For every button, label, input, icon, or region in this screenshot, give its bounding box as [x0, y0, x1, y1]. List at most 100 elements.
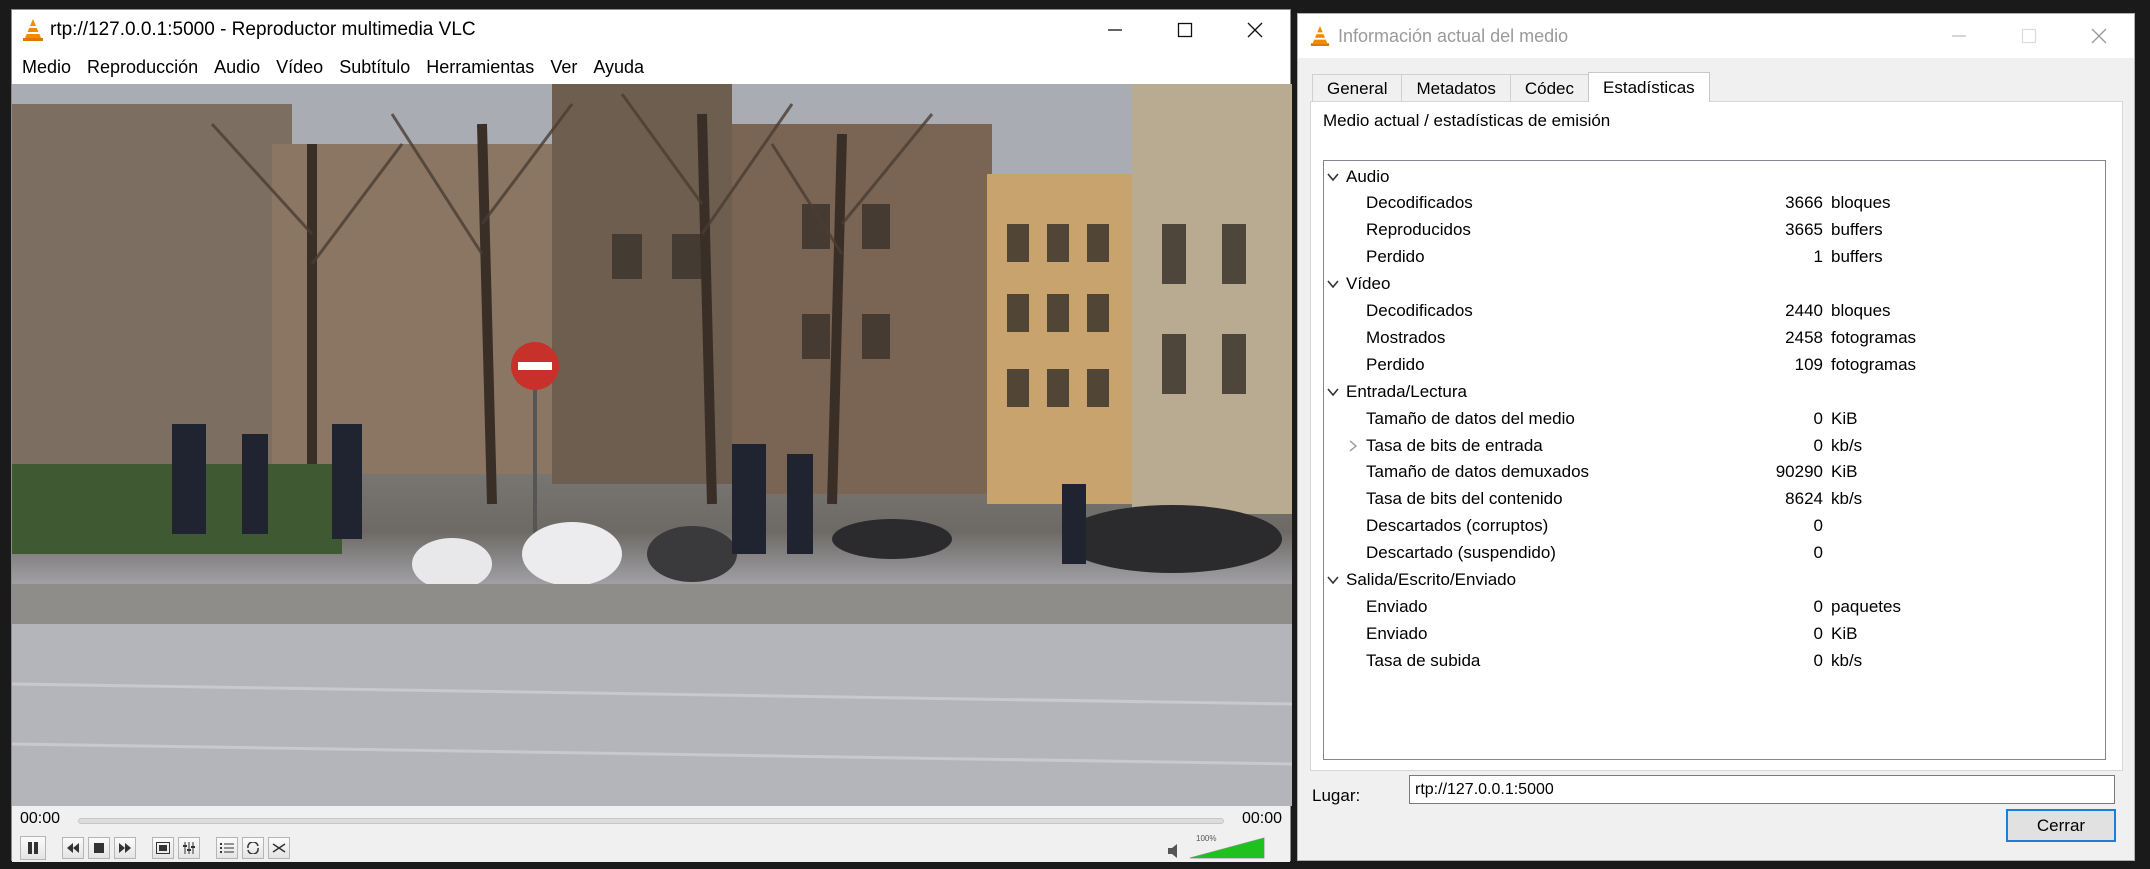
stat-value: 0	[1813, 408, 1823, 428]
tree-group-label: Audio	[1346, 166, 1390, 186]
tab-metadatos[interactable]: Metadatos	[1401, 74, 1511, 102]
tree-row[interactable]: Descartado (suspendido) 0	[1324, 540, 2105, 567]
previous-button[interactable]	[62, 837, 84, 859]
vlc-titlebar[interactable]: rtp://127.0.0.1:5000 - Reproductor multi…	[12, 10, 1290, 50]
menu-video[interactable]: Vídeo	[268, 57, 331, 78]
video-display[interactable]	[12, 84, 1292, 806]
chevron-right-icon[interactable]	[1346, 439, 1360, 453]
tree-group[interactable]: Audio	[1324, 163, 2105, 190]
stat-value: 109	[1794, 354, 1823, 374]
chevron-down-icon[interactable]	[1326, 277, 1340, 291]
menu-ayuda[interactable]: Ayuda	[585, 57, 652, 78]
elapsed-time: 00:00	[20, 810, 61, 827]
stat-label: Tamaño de datos demuxados	[1366, 462, 1590, 482]
chevron-down-icon[interactable]	[1326, 573, 1340, 587]
stat-unit: KiB	[1831, 408, 1858, 428]
menu-reproduccion[interactable]: Reproducción	[79, 57, 206, 78]
tree-group[interactable]: Salida/Escrito/Enviado	[1324, 567, 2105, 594]
close-button[interactable]: Cerrar	[2006, 809, 2116, 842]
close-icon	[1247, 22, 1263, 38]
stat-unit: bloques	[1831, 193, 1891, 213]
tab-codec[interactable]: Códec	[1509, 74, 1590, 102]
tree-row[interactable]: Reproducidos 3665 buffers	[1324, 217, 2105, 244]
stat-unit: paquetes	[1831, 596, 1901, 616]
video-frame	[12, 84, 1292, 806]
stat-label: Tamaño de datos del medio	[1366, 408, 1575, 428]
total-time: 00:00	[1241, 810, 1282, 827]
stat-value: 90290	[1775, 462, 1823, 482]
vlc-window: rtp://127.0.0.1:5000 - Reproductor multi…	[11, 9, 1292, 862]
tree-row[interactable]: Mostrados 2458 fotogramas	[1324, 324, 2105, 351]
chevron-down-icon[interactable]	[1326, 170, 1340, 184]
stat-label: Reproducidos	[1366, 220, 1471, 240]
vlc-window-title: rtp://127.0.0.1:5000 - Reproductor multi…	[50, 19, 476, 40]
seek-bar[interactable]	[78, 818, 1224, 824]
stat-label: Descartados (corruptos)	[1366, 516, 1549, 536]
tree-row[interactable]: Enviado 0 paquetes	[1324, 593, 2105, 620]
tree-row[interactable]: Descartados (corruptos) 0	[1324, 513, 2105, 540]
stat-label: Decodificados	[1366, 193, 1473, 213]
menu-ver[interactable]: Ver	[542, 57, 585, 78]
info-titlebar[interactable]: Información actual del medio	[1298, 14, 2134, 58]
tree-row[interactable]: Decodificados 3666 bloques	[1324, 190, 2105, 217]
pause-button[interactable]	[20, 836, 46, 860]
shuffle-icon	[272, 843, 286, 853]
next-button[interactable]	[114, 837, 136, 859]
stat-label: Mostrados	[1366, 327, 1446, 347]
info-maximize-button[interactable]	[1994, 14, 2064, 58]
stat-label: Tasa de bits del contenido	[1366, 489, 1563, 509]
stat-label: Enviado	[1366, 596, 1428, 616]
stat-value: 3665	[1785, 220, 1823, 240]
stat-label: Enviado	[1366, 623, 1428, 643]
stat-value: 0	[1813, 543, 1823, 563]
stat-unit: fotogramas	[1831, 354, 1917, 374]
volume-slider[interactable]: 100%	[1168, 832, 1278, 860]
tree-row[interactable]: Perdido 1 buffers	[1324, 244, 2105, 271]
shuffle-button[interactable]	[268, 837, 290, 859]
speaker-icon	[1168, 844, 1177, 858]
vlc-cone-icon	[23, 19, 43, 41]
tab-estadisticas[interactable]: Estadísticas	[1588, 72, 1710, 102]
chevron-down-icon[interactable]	[1326, 385, 1340, 399]
menu-subtitulo[interactable]: Subtítulo	[331, 57, 418, 78]
section-title: Medio actual / estadísticas de emisión	[1323, 111, 1611, 130]
stat-value: 2440	[1785, 301, 1823, 320]
extended-settings-button[interactable]	[178, 837, 200, 859]
close-icon	[2091, 28, 2107, 44]
menu-herramientas[interactable]: Herramientas	[418, 57, 542, 78]
tree-row[interactable]: Tasa de bits del contenido 8624 kb/s	[1324, 486, 2105, 513]
stat-unit: KiB	[1831, 462, 1858, 482]
next-icon	[119, 843, 131, 853]
tree-row[interactable]: Tamaño de datos demuxados 90290 KiB	[1324, 459, 2105, 486]
tree-group[interactable]: Vídeo	[1324, 271, 2105, 298]
tree-row[interactable]: Perdido 109 fotogramas	[1324, 351, 2105, 378]
menu-medio[interactable]: Medio	[14, 57, 79, 78]
tree-row[interactable]: Tasa de bits de entrada 0 kb/s	[1324, 432, 2105, 459]
info-close-button[interactable]	[2064, 14, 2134, 58]
stat-unit: KiB	[1831, 623, 1858, 643]
tree-row[interactable]: Tasa de subida 0 kb/s	[1324, 647, 2105, 674]
maximize-button[interactable]	[1150, 10, 1220, 50]
menu-audio[interactable]: Audio	[206, 57, 268, 78]
stat-unit: kb/s	[1831, 435, 1863, 455]
stop-button[interactable]	[88, 837, 110, 859]
info-minimize-button[interactable]	[1924, 14, 1994, 58]
statistics-tree[interactable]: Audio Decodificados 3666 bloques Reproducido…	[1323, 160, 2106, 760]
minimize-button[interactable]	[1080, 10, 1150, 50]
close-window-button[interactable]	[1220, 10, 1290, 50]
fullscreen-button[interactable]	[152, 837, 174, 859]
tree-row[interactable]: Tamaño de datos del medio 0 KiB	[1324, 405, 2105, 432]
loop-button[interactable]	[242, 837, 264, 859]
tree-group[interactable]: Entrada/Lectura	[1324, 378, 2105, 405]
tree-row[interactable]: Decodificados 2440 bloques	[1324, 298, 2105, 325]
stat-unit: fotogramas	[1831, 327, 1917, 347]
maximize-icon	[1177, 22, 1193, 38]
playlist-button[interactable]	[216, 837, 238, 859]
tree-row[interactable]: Enviado 0 KiB	[1324, 620, 2105, 647]
stat-label: Perdido	[1366, 247, 1425, 267]
tree-group-label: Salida/Escrito/Enviado	[1346, 570, 1517, 589]
tab-general[interactable]: General	[1312, 74, 1403, 102]
stat-label: Perdido	[1366, 354, 1425, 374]
place-input[interactable]	[1409, 775, 2115, 804]
stat-label: Tasa de bits de entrada	[1366, 435, 1543, 455]
